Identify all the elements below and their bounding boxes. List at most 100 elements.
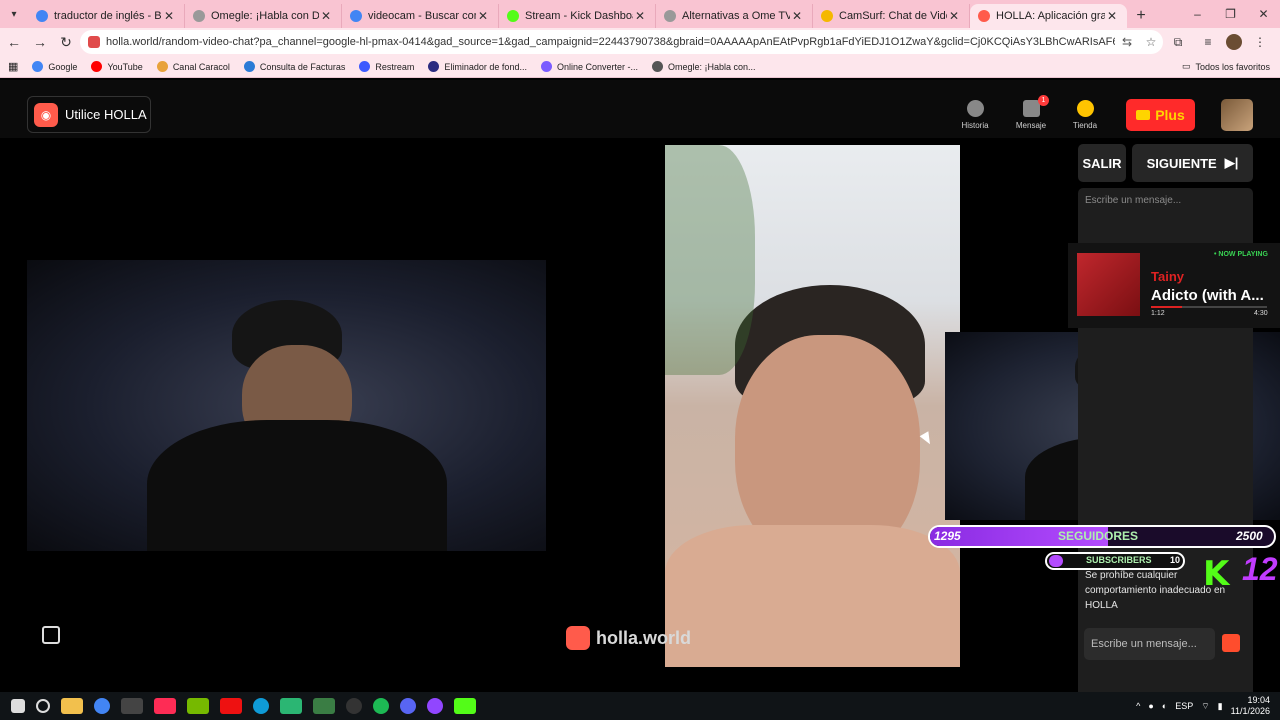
browser-tab-strip: ▾ traductor de inglés - Buscar co✕Omegle…	[0, 0, 1280, 28]
coin-icon	[1076, 100, 1094, 117]
bookmark-item[interactable]: Consulta de Facturas	[243, 61, 345, 72]
song-progress-fill	[1151, 306, 1183, 308]
chat-input[interactable]: Escribe un mensaje...	[1084, 628, 1215, 660]
start-icon[interactable]	[11, 699, 25, 713]
browser-tab[interactable]: CamSurf: Chat de Video Al✕	[813, 4, 970, 28]
clock-date: 11/1/2026	[1230, 706, 1270, 716]
url-text[interactable]: holla.world/random-video-chat?pa_channel…	[106, 36, 1115, 48]
excel-icon[interactable]	[313, 698, 335, 714]
tab-close-icon[interactable]: ✕	[947, 9, 961, 23]
leave-button[interactable]: SALIR	[1078, 144, 1126, 182]
browser-tab[interactable]: Alternativas a Ome TV ✕	[656, 4, 813, 28]
bookmark-list: Google YouTube Canal Caracol Consulta de Fa…	[18, 61, 756, 72]
chat-input-placeholder: Escribe un mensaje...	[1091, 638, 1197, 650]
tiktok-icon[interactable]	[154, 698, 176, 714]
tab-close-icon[interactable]: ✕	[790, 9, 804, 23]
browser-tab[interactable]: Stream - Kick Dashboard✕	[499, 4, 656, 28]
messages-badge: 1	[1038, 95, 1049, 106]
browser-tab[interactable]: videocam - Buscar con Google✕	[342, 4, 499, 28]
bookmark-item[interactable]: Online Converter -...	[540, 61, 638, 72]
restore-button[interactable]: ❐	[1214, 0, 1247, 28]
bookmark-item[interactable]: Eliminador de fond...	[428, 61, 527, 72]
tab-title: Stream - Kick Dashboard	[525, 10, 633, 22]
kick-app-icon[interactable]	[454, 698, 476, 714]
bookmark-item[interactable]: Restream	[359, 61, 414, 72]
obs-icon[interactable]	[346, 698, 362, 714]
bookmark-item[interactable]: Omegle: ¡Habla con...	[651, 61, 756, 72]
battery-icon[interactable]: ▮	[1218, 701, 1223, 712]
subscribers-count: 10	[1170, 555, 1181, 565]
new-tab-button[interactable]: +	[1127, 4, 1155, 28]
menu-icon[interactable]: ⋮	[1248, 30, 1272, 54]
wifi-icon[interactable]: ⌔	[1201, 701, 1209, 712]
browser-tab[interactable]: HOLLA: Aplicación gratuita✕	[970, 4, 1127, 28]
bookmark-star-icon[interactable]: ☆	[1139, 35, 1163, 49]
tab-search-button[interactable]: ▾	[0, 0, 28, 28]
spotify-icon[interactable]	[373, 698, 389, 714]
discord-icon[interactable]	[400, 698, 416, 714]
bookmark-item[interactable]: YouTube	[91, 61, 143, 72]
share-icon[interactable]	[42, 626, 60, 644]
bookmark-label: Canal Caracol	[172, 61, 230, 72]
tab-close-icon[interactable]: ✕	[476, 9, 490, 23]
system-tray: ^ ● ◐ ESP ⌔ ▮ 19:04 11/1/2026	[1136, 695, 1270, 717]
tab-favicon-icon	[978, 10, 990, 22]
tab-favicon-icon	[821, 10, 833, 22]
holla-page: ◉ Utilice HOLLA Historia 1 Mensaje Tiend…	[0, 80, 1280, 692]
translate-icon[interactable]: ⇆	[1115, 35, 1139, 49]
url-bar[interactable]: holla.world/random-video-chat?pa_channel…	[80, 30, 1163, 54]
plus-button[interactable]: Plus	[1126, 99, 1195, 131]
chrome-icon[interactable]	[94, 698, 110, 714]
tab-close-icon[interactable]: ✕	[1105, 9, 1119, 23]
gift-icon[interactable]	[1222, 634, 1240, 652]
search-icon[interactable]	[36, 699, 50, 713]
tab-favicon-icon	[36, 10, 48, 22]
folder-icon: ▭	[1181, 61, 1191, 71]
next-button[interactable]: SIGUIENTE ▶|	[1132, 144, 1253, 182]
nav-store-label: Tienda	[1072, 121, 1098, 130]
back-button[interactable]: ←	[2, 30, 26, 54]
bookmark-favicon-icon	[651, 61, 663, 72]
followers-current: 1295	[934, 529, 961, 543]
browser-tab[interactable]: traductor de inglés - Buscar co✕	[28, 4, 185, 28]
media-control-icon[interactable]: ≡	[1196, 30, 1220, 54]
browser-tab[interactable]: Omegle: ¡Habla con Desconoci✕	[185, 4, 342, 28]
forward-button[interactable]: →	[28, 30, 52, 54]
mic-icon[interactable]: ●	[1148, 701, 1153, 711]
bookmark-favicon-icon	[540, 61, 552, 72]
xbox-icon[interactable]	[280, 698, 302, 714]
bookmark-favicon-icon	[91, 61, 103, 72]
language-indicator[interactable]: ESP	[1175, 701, 1193, 711]
tab-close-icon[interactable]: ✕	[162, 9, 176, 23]
edge-icon[interactable]	[253, 698, 269, 714]
profile-avatar[interactable]	[1226, 34, 1242, 50]
file-explorer-icon[interactable]	[61, 698, 83, 714]
tab-title: Omegle: ¡Habla con Desconoci	[211, 10, 319, 22]
bookmark-label: Online Converter -...	[556, 61, 638, 72]
nav-history[interactable]: Historia	[955, 100, 995, 130]
close-window-button[interactable]: ✕	[1247, 0, 1280, 28]
twitch-icon[interactable]	[427, 698, 443, 714]
use-holla-button[interactable]: ◉ Utilice HOLLA	[27, 96, 151, 133]
site-info-icon[interactable]	[88, 36, 100, 48]
chevron-up-icon[interactable]: ^	[1136, 701, 1140, 711]
tab-close-icon[interactable]: ✕	[633, 9, 647, 23]
nav-store[interactable]: Tienda	[1065, 100, 1105, 130]
nav-messages[interactable]: 1 Mensaje	[1011, 95, 1051, 130]
minimize-button[interactable]: –	[1181, 0, 1214, 28]
nvidia-icon[interactable]	[187, 698, 209, 714]
remote-video	[665, 145, 960, 667]
tab-close-icon[interactable]: ✕	[319, 9, 333, 23]
extensions-icon[interactable]: ⧉	[1166, 30, 1190, 54]
reload-button[interactable]: ↻	[54, 30, 78, 54]
apps-grid-icon[interactable]: ▦	[8, 60, 18, 73]
tf-icon[interactable]	[220, 698, 242, 714]
cod-icon[interactable]	[121, 698, 143, 714]
user-avatar[interactable]	[1221, 99, 1253, 131]
bookmark-item[interactable]: Canal Caracol	[156, 61, 230, 72]
clock[interactable]: 19:04 11/1/2026	[1231, 695, 1270, 717]
all-bookmarks[interactable]: ▭ Todos los favoritos	[1182, 61, 1270, 72]
bookmark-item[interactable]: Google	[32, 61, 77, 72]
plus-label: Plus	[1155, 107, 1185, 123]
volume-icon[interactable]: ◐	[1162, 701, 1167, 711]
